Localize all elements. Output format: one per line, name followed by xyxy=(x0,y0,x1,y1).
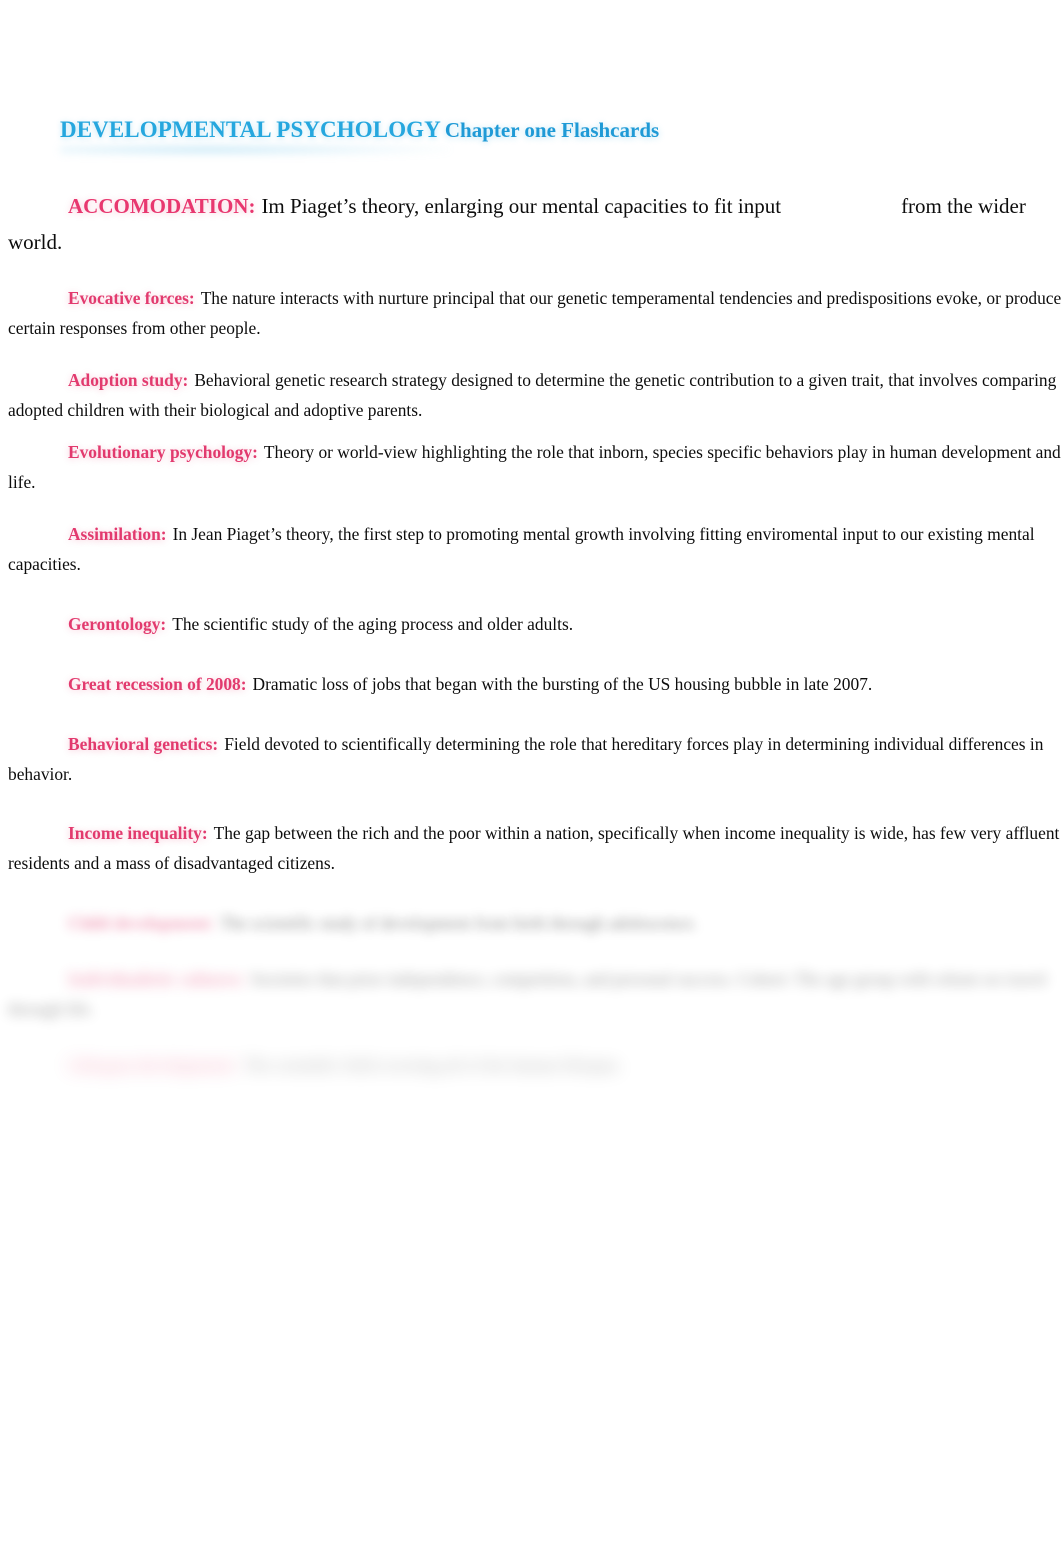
flashcard-definition: The scientific study of the aging proces… xyxy=(172,613,574,634)
flashcard-definition: Dramatic loss of jobs that began with th… xyxy=(252,673,873,694)
document-header: DEVELOPMENTAL PSYCHOLOGY Chapter one Fla… xyxy=(0,0,1062,160)
flashcard-entry: Evocative forces: The nature interacts wi… xyxy=(0,284,1062,344)
flashcard-entry: Adoption study: Behavioral genetic resear… xyxy=(0,366,1062,426)
page-title: DEVELOPMENTAL PSYCHOLOGY xyxy=(60,117,441,142)
flashcard-entry: Great recession of 2008: Dramatic loss of… xyxy=(0,670,1062,700)
flashcard-entry-list: ACCOMODATION: Im Piaget’s theory, enlargi… xyxy=(0,188,1062,879)
flashcard-definition: Im Piaget’s theory, enlarging our mental… xyxy=(261,194,782,218)
obscured-flashcard-entry: Individualistic cultures: Societies that … xyxy=(8,965,1062,1025)
document-page: DEVELOPMENTAL PSYCHOLOGY Chapter one Fla… xyxy=(0,0,1062,1556)
flashcard-term: Income inequality: xyxy=(68,823,208,844)
flashcard-entry: Evolutionary psychology: Theory or world-… xyxy=(0,438,1062,498)
flashcard-entry: Income inequality: The gap between the ri… xyxy=(0,819,1062,879)
obscured-flashcard-definition: The scientific study of development from… xyxy=(220,913,698,934)
obscured-flashcard-term: Lifespan development: xyxy=(68,1055,238,1076)
flashcard-entry: Gerontology: The scientific study of the … xyxy=(0,610,1062,640)
flashcard-term: Behavioral genetics: xyxy=(68,733,219,754)
flashcard-term: ACCOMODATION: xyxy=(68,194,256,218)
flashcard-term: Evolutionary psychology: xyxy=(68,441,258,462)
obscured-flashcard-term: Child development: xyxy=(68,913,215,934)
flashcard-term: Assimilation: xyxy=(68,523,167,544)
flashcard-term: Adoption study: xyxy=(68,370,189,391)
flashcard-entry: Assimilation: In Jean Piaget’s theory, th… xyxy=(0,520,1062,580)
flashcard-entry: Behavioral genetics: Field devoted to sci… xyxy=(0,730,1062,790)
flashcard-entry: ACCOMODATION: Im Piaget’s theory, enlargi… xyxy=(0,188,1062,260)
obscured-content-block: Child development: The scientific study o… xyxy=(0,909,1062,1081)
obscured-flashcard-entry: Child development: The scientific study o… xyxy=(8,909,1062,939)
obscured-flashcard-definition: The scientific field covering all of the… xyxy=(243,1055,622,1076)
flashcard-term: Great recession of 2008: xyxy=(68,673,247,694)
obscured-flashcard-term: Individualistic cultures: xyxy=(68,969,245,990)
flashcard-term: Evocative forces: xyxy=(68,288,195,309)
page-subtitle: Chapter one Flashcards xyxy=(444,118,660,142)
obscured-flashcard-entry: Lifespan development: The scientific fiel… xyxy=(8,1051,1062,1081)
flashcard-term: Gerontology: xyxy=(68,613,167,634)
